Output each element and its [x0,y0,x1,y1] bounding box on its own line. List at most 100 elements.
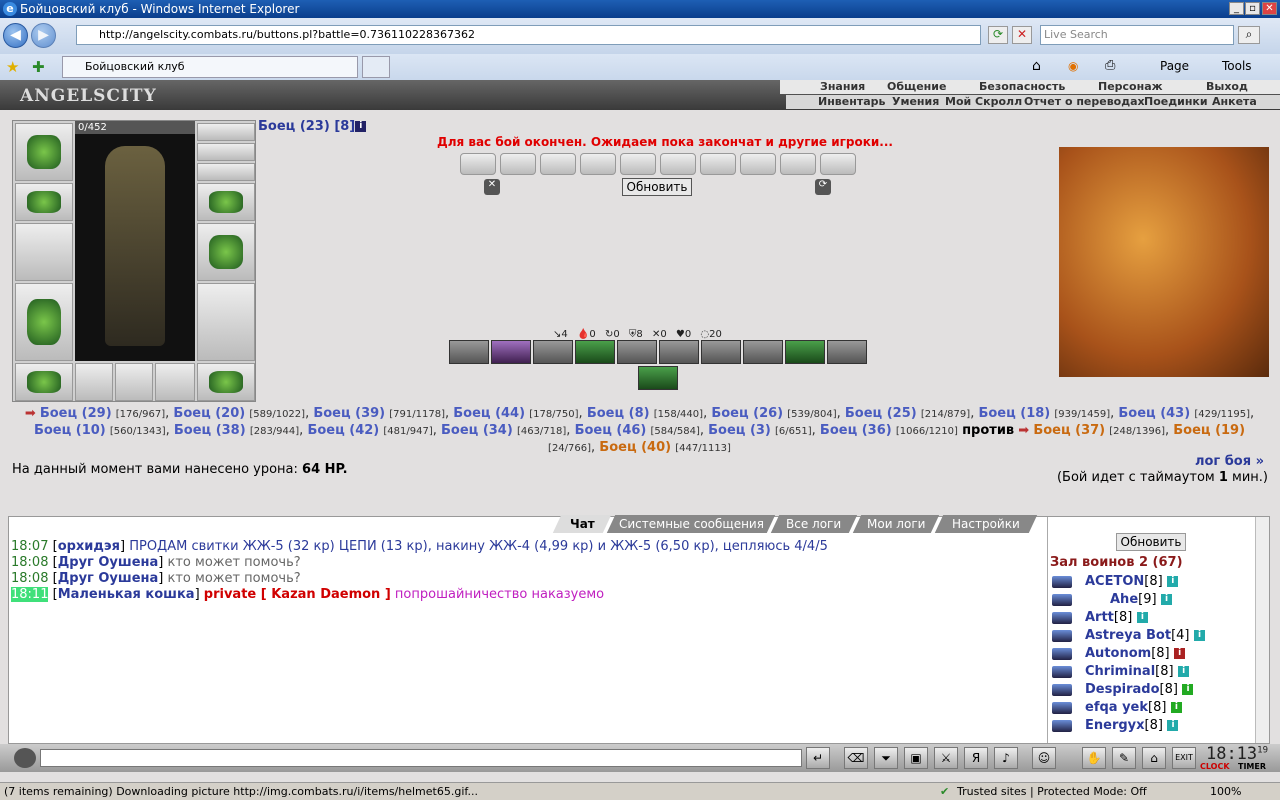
info-icon[interactable]: i [1167,720,1179,731]
pants-slot[interactable] [197,283,255,361]
player-row[interactable]: Astreya Bot[4] i [1050,627,1255,645]
earrings-slot[interactable] [197,123,255,141]
scroll-slot[interactable] [620,153,656,175]
chat-input[interactable] [40,749,802,767]
scroll-slot[interactable] [780,153,816,175]
belt-slot[interactable] [15,363,73,401]
building-icon[interactable]: ⌂ [1142,747,1166,769]
menu-communication[interactable]: Общение [887,80,946,93]
sidebar-scrollbar[interactable] [1255,517,1269,743]
filter-icon[interactable]: ⏷ [874,747,898,769]
weapon-slot[interactable] [15,223,73,281]
search-input[interactable]: Live Search [1040,25,1234,45]
battle-log-link[interactable]: лог боя » [1195,454,1264,469]
gloves-slot[interactable] [197,183,255,221]
timer-label[interactable]: TIMER [1238,762,1266,771]
bracers-slot[interactable] [15,183,73,221]
fighter-name[interactable]: Боец (26) [711,406,783,421]
tab-settings[interactable]: Настройки [934,515,1038,533]
ability-button[interactable] [659,340,699,364]
save-icon[interactable]: ▣ [904,747,928,769]
scroll-right-icon[interactable]: ⟳ [815,179,831,195]
armor-slot[interactable] [15,283,73,361]
fighter-name[interactable]: Боец (29) [40,406,112,421]
translit-icon[interactable]: Я [964,747,988,769]
fighter-name[interactable]: Боец (42) [307,423,379,438]
scroll-slot[interactable] [460,153,496,175]
player-row[interactable]: Chriminal[8] i [1050,663,1255,681]
scroll-slot[interactable] [820,153,856,175]
menu-inventory[interactable]: Инвентарь [818,95,885,108]
menu-my-scroll[interactable]: Мой Скролл [945,95,1022,108]
send-icon[interactable]: ↵ [806,747,830,769]
info-icon[interactable]: i [355,121,367,132]
security-zone[interactable]: Trusted sites | Protected Mode: Off [957,783,1147,800]
zoom-level[interactable]: 100% [1210,783,1241,800]
forward-button[interactable]: ▶ [31,23,56,48]
scroll-icon[interactable]: ✎ [1112,747,1136,769]
ability-button[interactable] [617,340,657,364]
scroll-slot[interactable] [700,153,736,175]
ability-button[interactable] [701,340,741,364]
ability-button[interactable] [785,340,825,364]
fight-icon[interactable]: ⚔ [934,747,958,769]
fighter-name[interactable]: Боец (10) [34,423,106,438]
fighter-name[interactable]: Боец (43) [1118,406,1190,421]
add-favorite-icon[interactable]: ✚ [32,58,45,76]
player-row[interactable]: Artt[8] i [1050,609,1255,627]
favorites-star-icon[interactable]: ★ [6,58,19,76]
private-tag[interactable]: private [ Kazan Daemon ] [204,587,391,602]
fighter-name[interactable]: Боец (38) [174,423,246,438]
shield-slot[interactable] [197,223,255,281]
tools-menu[interactable]: Tools [1222,59,1252,73]
ring-slot-1[interactable] [75,363,113,401]
fighter-name[interactable]: Боец (25) [845,406,917,421]
ability-button[interactable] [491,340,531,364]
ring-slot-2[interactable] [115,363,153,401]
volume-icon[interactable]: ♪ [994,747,1018,769]
fighter-name[interactable]: Боец (3) [708,423,771,438]
menu-skills[interactable]: Умения [892,95,939,108]
ability-button[interactable] [533,340,573,364]
menu-fights[interactable]: Поединки [1144,95,1208,108]
info-icon[interactable]: i [1194,630,1206,641]
hand-icon[interactable]: ✋ [1082,747,1106,769]
info-icon[interactable]: i [1170,702,1182,713]
scroll-slot[interactable] [540,153,576,175]
clear-icon[interactable]: ⌫ [844,747,868,769]
fighter-name[interactable]: Боец (39) [313,406,385,421]
scroll-slot[interactable] [660,153,696,175]
fighter-name[interactable]: Боец (44) [453,406,525,421]
boots-slot[interactable] [197,363,255,401]
ability-button[interactable] [638,366,678,390]
info-icon[interactable]: i [1167,576,1179,587]
player-row[interactable]: Energyx[8] i [1050,717,1255,735]
menu-security[interactable]: Безопасность [979,80,1065,93]
player-row[interactable]: Despirado[8] i [1050,681,1255,699]
clock-label[interactable]: CLOCK [1200,762,1230,771]
info-icon[interactable]: i [1161,594,1173,605]
menu-profile[interactable]: Анкета [1212,95,1257,108]
fighter-name[interactable]: Боец (37) [1033,423,1105,438]
back-button[interactable]: ◀ [3,23,28,48]
info-icon[interactable]: i [1182,684,1194,695]
ability-button[interactable] [743,340,783,364]
exit-icon[interactable]: EXIT [1172,747,1196,769]
ability-button[interactable] [449,340,489,364]
scroll-left-icon[interactable]: ✕ [484,179,500,195]
helmet-slot[interactable] [15,123,73,181]
feeds-icon[interactable]: ◉ [1068,59,1078,73]
fighter-name[interactable]: Боец (20) [173,406,245,421]
player-row[interactable]: Ahe[9] i [1050,591,1255,609]
fighter-name[interactable]: Боец (36) [820,423,892,438]
address-input[interactable]: http://angelscity.combats.ru/buttons.pl?… [76,25,981,45]
player-row[interactable]: Autonom[8] i [1050,645,1255,663]
rings-slot[interactable] [197,163,255,181]
fighter-name[interactable]: Боец (8) [587,406,650,421]
stop-button[interactable]: ✕ [1012,26,1032,44]
menu-exit[interactable]: Выход [1206,80,1248,93]
fighter-name[interactable]: Боец (19) [1173,423,1245,438]
fighter-name[interactable]: Боец (40) [599,440,671,455]
menu-transfers[interactable]: Отчет о переводах [1024,95,1145,108]
page-menu[interactable]: Page [1160,59,1189,73]
